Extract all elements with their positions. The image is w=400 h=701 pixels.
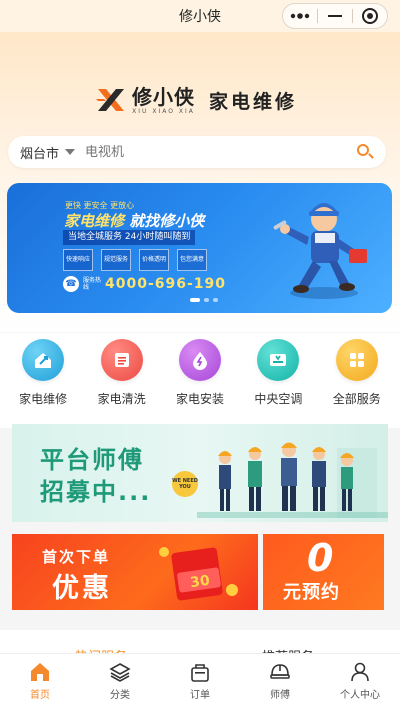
promo-left-line1: 首次下单 <box>42 548 111 566</box>
tab-profile[interactable]: 个人中心 <box>320 654 400 701</box>
category-label: 家电维修 <box>19 392 68 406</box>
hotline-number: 4000-696-190 <box>105 276 227 292</box>
target-circle-icon[interactable] <box>353 4 387 28</box>
first-order-discount-banner[interactable]: 首次下单 优惠 30 <box>12 534 258 610</box>
category-label: 全部服务 <box>332 392 381 406</box>
promo-right-number: 0 <box>307 536 334 580</box>
bag-icon <box>191 664 209 682</box>
recruit-line1: 平台师傅 <box>40 446 144 474</box>
brand-logo: 修小侠 XIU XIAO XIA 家电维修 <box>96 80 297 120</box>
tab-label: 订单 <box>190 690 210 701</box>
tab-label: 首页 <box>30 690 50 701</box>
category-label: 家电安装 <box>175 392 224 406</box>
carousel-dot[interactable] <box>190 298 200 302</box>
tab-orders[interactable]: 订单 <box>160 654 240 701</box>
we-need-you-badge: WE NEED YOU <box>172 471 198 497</box>
category-label: 家电清洗 <box>97 392 146 406</box>
logo-x-icon <box>96 85 126 115</box>
tab-category[interactable]: 分类 <box>80 654 160 701</box>
tab-home[interactable]: 首页 <box>0 654 80 701</box>
brand-name: 修小侠 <box>132 84 195 109</box>
chevron-down-icon[interactable] <box>65 149 76 155</box>
repairman-illustration <box>273 203 367 299</box>
category-central-ac[interactable]: 中央空调 <box>242 333 314 428</box>
banner-feature: 规范服务 <box>101 249 131 271</box>
hotline-label: 服务热线 <box>83 277 102 291</box>
banner-feature: 包您满意 <box>177 249 207 271</box>
brand-romanized: XIU XIAO XIA <box>132 107 195 115</box>
category-all-services[interactable]: 全部服务 <box>321 333 393 428</box>
top-navbar: 修小侠 <box>0 0 400 32</box>
home-icon <box>31 663 49 681</box>
banner-subline: 当地全城服务 24小时随叫随到 <box>63 230 196 245</box>
red-envelope-coupon-icon: 30 <box>159 547 238 601</box>
bottom-tabbar: 首页 分类 订单 师傅 个人中心 <box>0 653 400 701</box>
banner-features: 快速响应 规范服务 价格透明 包您满意 <box>63 249 207 271</box>
banner-headline: 家电维修 就找修小侠 <box>64 210 204 231</box>
promo-carousel[interactable]: 更快 更安全 更放心 家电维修 就找修小侠 当地全城服务 24小时随叫随到 快速… <box>7 183 392 313</box>
carousel-dot[interactable] <box>204 298 209 302</box>
more-dots-icon[interactable] <box>283 4 317 28</box>
banner-headline-b: 就找修小侠 <box>129 212 205 230</box>
tab-technician[interactable]: 师傅 <box>240 654 320 701</box>
water-drop-icon <box>178 339 221 381</box>
phone-icon: ☎ <box>63 276 79 292</box>
banner-hotline: ☎ 服务热线 4000-696-190 <box>63 276 226 292</box>
carousel-indicator <box>190 298 218 302</box>
helmet-icon <box>270 664 290 679</box>
minimize-icon[interactable] <box>318 4 352 28</box>
category-appliance-install[interactable]: 家电安装 <box>164 333 236 428</box>
zero-yuan-booking-banner[interactable]: 0 元预约 <box>263 534 384 610</box>
banner-headline-a: 家电维修 <box>64 212 125 230</box>
promo-right-text: 元预约 <box>283 582 340 603</box>
tab-label: 分类 <box>110 690 130 701</box>
category-grid: 家电维修 家电清洗 家电安装 中央空调 全部服务 <box>0 333 400 428</box>
user-icon <box>351 662 369 682</box>
tab-label: 个人中心 <box>340 690 380 701</box>
technician-recruit-banner[interactable]: 平台师傅 招募中... WE NEED YOU <box>12 424 388 522</box>
category-appliance-repair[interactable]: 家电维修 <box>7 333 79 428</box>
banner-feature: 价格透明 <box>139 249 169 271</box>
recruit-title: 平台师傅 招募中... <box>40 444 151 508</box>
logo-text: 修小侠 XIU XIAO XIA <box>132 86 195 115</box>
navbar-title: 修小侠 <box>179 9 221 25</box>
city-selector[interactable]: 烟台市 <box>20 143 59 162</box>
wrench-house-icon <box>22 339 65 381</box>
category-appliance-cleaning[interactable]: 家电清洗 <box>86 333 158 428</box>
miniprogram-capsule <box>282 3 388 29</box>
search-bar: 烟台市 <box>8 136 386 168</box>
recruit-line2: 招募中... <box>40 478 152 506</box>
washing-list-icon <box>100 339 143 381</box>
carousel-dot[interactable] <box>213 298 218 302</box>
coupon-value: 30 <box>189 573 211 592</box>
search-input[interactable] <box>85 144 356 160</box>
promo-left-line2: 优惠 <box>52 573 112 604</box>
workers-illustration <box>197 442 388 518</box>
search-icon[interactable] <box>356 143 374 161</box>
air-conditioner-icon <box>257 339 300 381</box>
category-label: 中央空调 <box>254 392 303 406</box>
brand-slogan: 家电维修 <box>209 90 298 113</box>
grid-apps-icon <box>335 339 378 381</box>
banner-feature: 快速响应 <box>63 249 93 271</box>
tab-label: 师傅 <box>270 690 290 701</box>
layers-icon <box>109 663 131 682</box>
